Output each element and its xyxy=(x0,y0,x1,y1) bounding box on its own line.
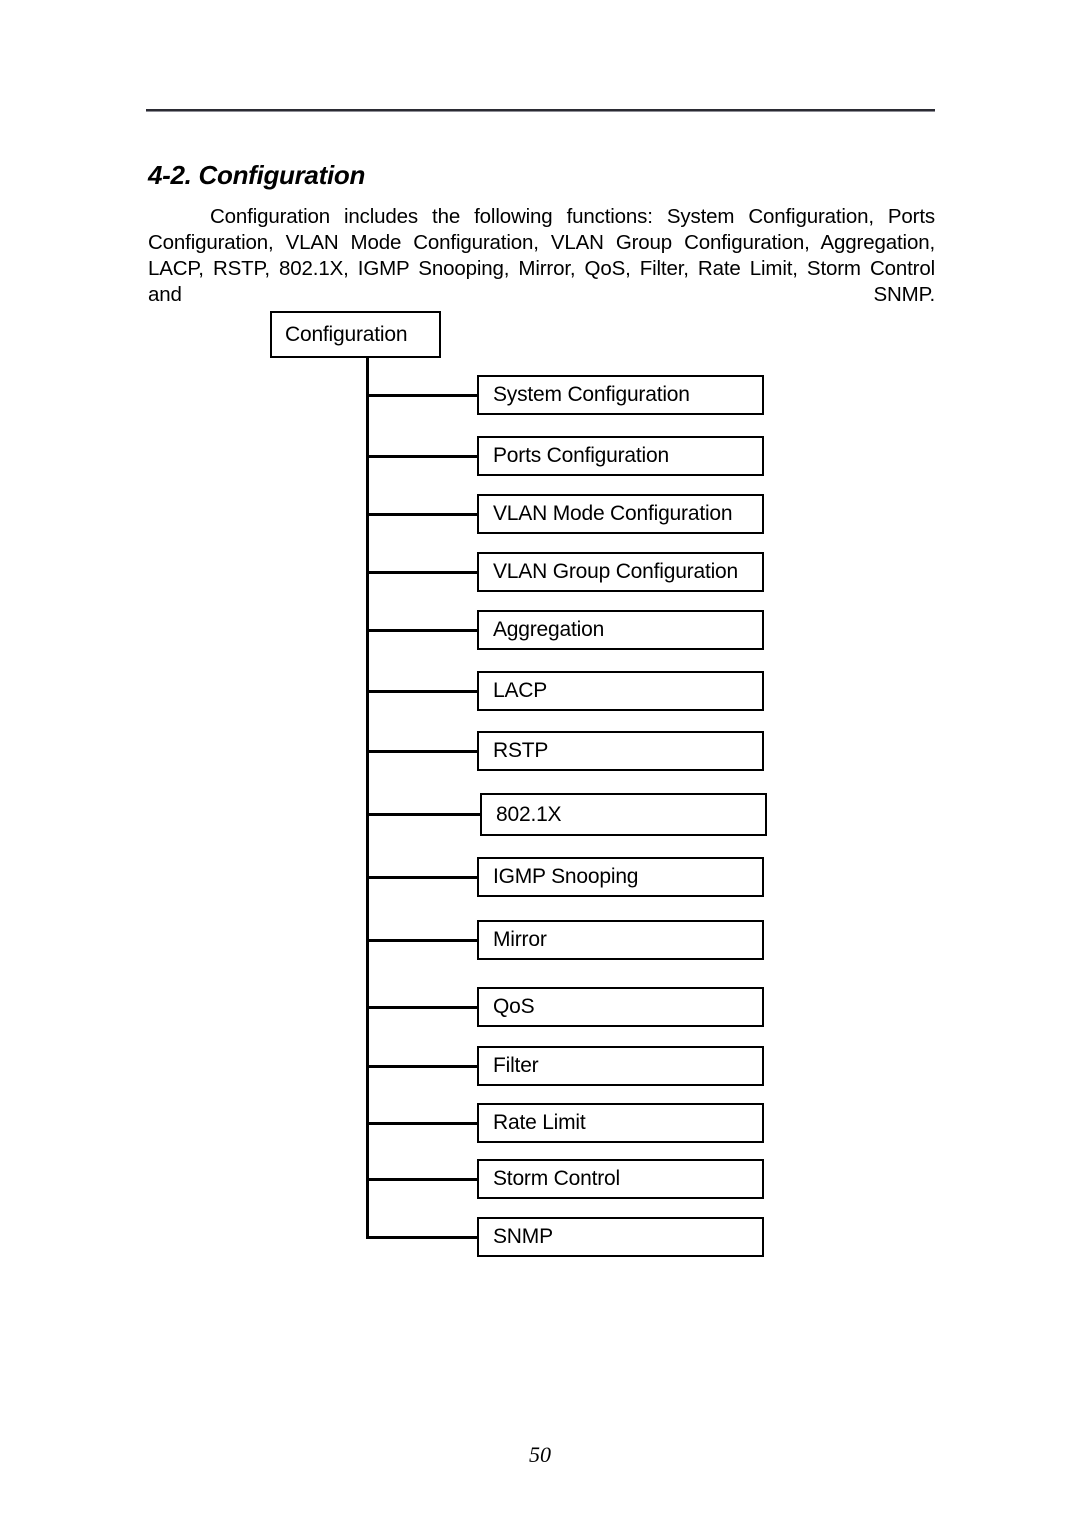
tree-node: 802.1X xyxy=(480,793,767,836)
tree-node-label: IGMP Snooping xyxy=(493,865,639,888)
tree-node-label: System Configuration xyxy=(493,383,690,406)
page-number: 50 xyxy=(529,1442,551,1467)
tree-connector-line xyxy=(366,454,477,458)
tree-node: Storm Control xyxy=(477,1159,764,1199)
tree-node-label: QoS xyxy=(493,995,535,1018)
tree-connector-line xyxy=(366,1121,477,1125)
tree-connector-line xyxy=(366,749,477,753)
tree-connector-line xyxy=(366,1064,477,1068)
tree-node: Ports Configuration xyxy=(477,436,764,476)
tree-node: System Configuration xyxy=(477,375,764,415)
tree-node: VLAN Mode Configuration xyxy=(477,494,764,534)
tree-node-label: Rate Limit xyxy=(493,1111,586,1134)
tree-node: QoS xyxy=(477,987,764,1027)
tree-node: Filter xyxy=(477,1046,764,1086)
tree-root-node: Configuration xyxy=(270,311,441,358)
tree-node: SNMP xyxy=(477,1217,764,1257)
tree-node-label: 802.1X xyxy=(496,802,562,826)
tree-connector-line xyxy=(366,1177,477,1181)
tree-node-label: RSTP xyxy=(493,739,549,762)
tree-connector-line xyxy=(366,1005,477,1009)
tree-node-label: Mirror xyxy=(493,928,547,951)
tree-root-label: Configuration xyxy=(285,322,408,346)
tree-node: Aggregation xyxy=(477,610,764,650)
tree-node: IGMP Snooping xyxy=(477,857,764,897)
tree-connector-line xyxy=(366,813,480,816)
tree-trunk-line xyxy=(366,358,369,1238)
tree-connector-line xyxy=(366,689,477,693)
tree-connector-line xyxy=(366,570,477,574)
tree-node: RSTP xyxy=(477,731,764,771)
tree-node: LACP xyxy=(477,671,764,711)
tree-connector-line xyxy=(366,512,477,516)
configuration-tree-diagram: Configuration System Configuration Ports … xyxy=(0,0,1080,1526)
tree-connector-line xyxy=(366,1235,477,1239)
tree-connector-line xyxy=(366,875,477,879)
tree-node-label: Ports Configuration xyxy=(493,444,669,467)
tree-connector-line xyxy=(366,393,477,397)
tree-connector-line xyxy=(366,628,477,632)
tree-connector-line xyxy=(366,938,477,942)
tree-node-label: LACP xyxy=(493,679,548,702)
tree-node: Rate Limit xyxy=(477,1103,764,1143)
tree-node-label: SNMP xyxy=(493,1225,553,1248)
tree-node-label: Storm Control xyxy=(493,1167,620,1190)
tree-node-label: VLAN Mode Configuration xyxy=(493,502,733,525)
tree-node: Mirror xyxy=(477,920,764,960)
tree-node: VLAN Group Configuration xyxy=(477,552,764,592)
tree-node-label: Filter xyxy=(493,1054,539,1077)
tree-node-label: VLAN Group Configuration xyxy=(493,560,739,583)
tree-node-label: Aggregation xyxy=(493,618,605,641)
